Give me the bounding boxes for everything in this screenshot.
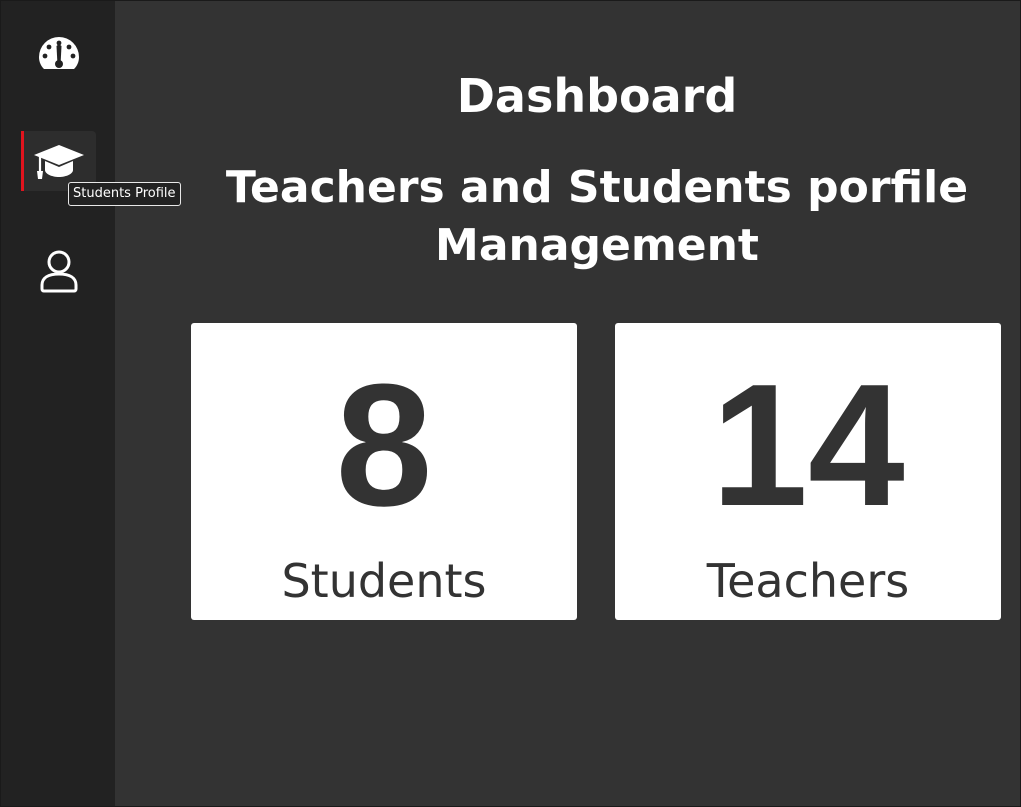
graduation-cap-icon	[32, 141, 86, 181]
teachers-label: Teachers	[706, 554, 910, 608]
main-content: Dashboard Teachers and Students porfile …	[115, 1, 1020, 806]
sidebar-item-profile[interactable]	[21, 241, 96, 301]
teachers-count: 14	[711, 347, 905, 542]
page-title: Dashboard	[456, 69, 738, 123]
speedometer-icon	[38, 36, 80, 70]
active-indicator	[21, 131, 24, 191]
teachers-stat-card: 14 Teachers	[615, 323, 1001, 620]
students-stat-card: 8 Students	[191, 323, 577, 620]
page-subtitle: Teachers and Students porfile Management	[225, 162, 969, 271]
sidebar	[1, 1, 115, 806]
sidebar-item-dashboard[interactable]	[21, 23, 96, 83]
user-icon	[39, 249, 79, 293]
students-count: 8	[335, 347, 433, 542]
students-profile-tooltip: Students Profile	[68, 182, 181, 206]
app-window: Students Profile Dashboard Teachers and …	[0, 0, 1021, 807]
students-label: Students	[281, 554, 487, 608]
